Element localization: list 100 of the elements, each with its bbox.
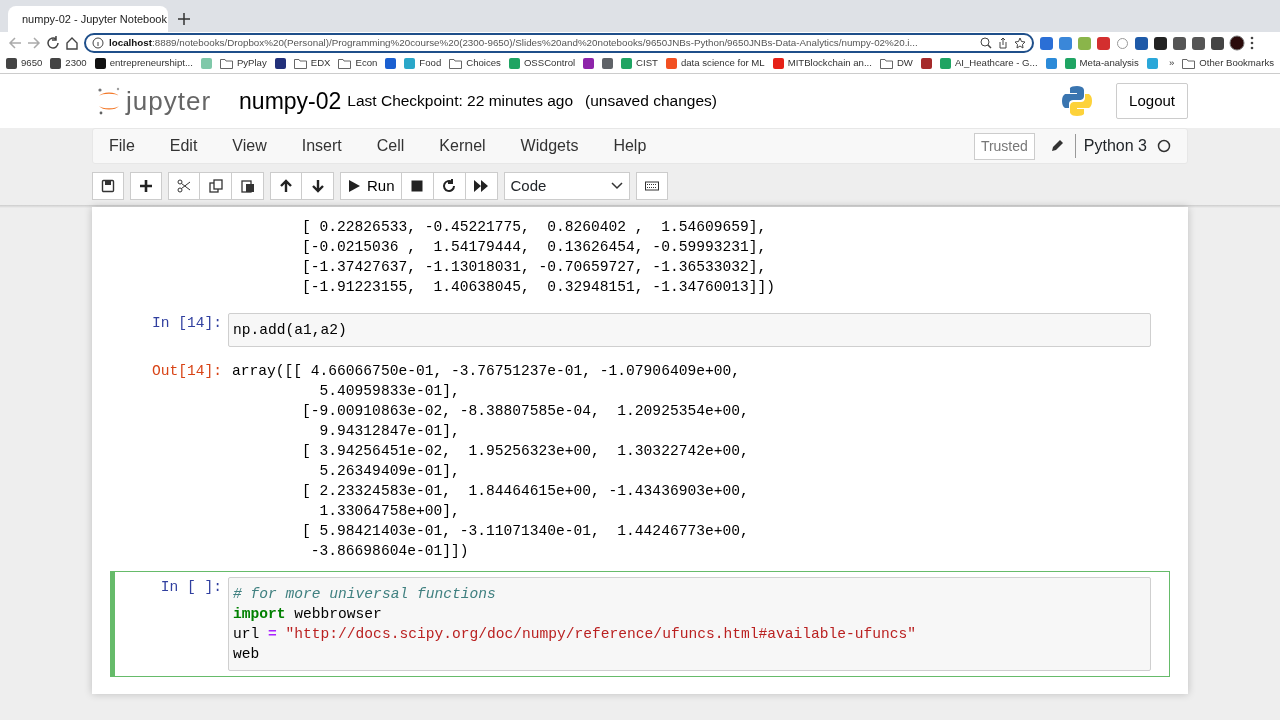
- bookmark-icon[interactable]: [583, 58, 595, 69]
- input-prompt: In [ ]:: [160, 579, 222, 595]
- output-line: [ 3.94256451e-02, 1.95256323e+00, 1.30322742e+00,: [301, 443, 749, 459]
- code-editor[interactable]: np.add(a1,a2): [228, 313, 1151, 347]
- bookmark-label[interactable]: Other Bookmarks: [1199, 56, 1274, 71]
- up-arrow-icon: [279, 179, 293, 193]
- folder-icon: [338, 58, 352, 69]
- output-line: [ 0.22826533, -0.45221775, 0.8260402 , 1.54609659],: [301, 219, 767, 235]
- menu-item[interactable]: Widgets: [520, 134, 579, 158]
- extension-icon[interactable]: [1191, 35, 1205, 51]
- bookmark-label[interactable]: entrepreneurshipt...: [109, 56, 193, 71]
- folder-icon: [1182, 58, 1196, 69]
- trusted-indicator[interactable]: Trusted: [973, 132, 1035, 160]
- bookmark-label[interactable]: 2300: [65, 56, 87, 71]
- bookmark-label[interactable]: Food: [419, 56, 442, 71]
- new-tab-icon[interactable]: [178, 13, 190, 25]
- add-cell-button[interactable]: [130, 172, 162, 200]
- save-button[interactable]: [92, 172, 124, 200]
- bookmark-label[interactable]: 9650: [21, 56, 43, 71]
- plus-icon: [139, 179, 153, 193]
- bookmark-label[interactable]: Choices: [466, 56, 501, 71]
- output-line: 9.94312847e-01],: [318, 423, 460, 439]
- output-line: [-1.91223155, 1.40638045, 0.32948151, -1.34760013]]): [301, 279, 775, 295]
- zoom-icon[interactable]: [980, 37, 992, 49]
- profile-icon[interactable]: [1229, 35, 1245, 51]
- extension-icon[interactable]: [1153, 35, 1167, 51]
- run-button[interactable]: Run: [340, 172, 402, 200]
- code-editor[interactable]: # for more universal functions import webbrowser url = "http://docs.scipy.org/doc/numpy/reference/ufuncs.html#available-ufuncs" web: [228, 577, 1151, 671]
- output-line: -3.86698604e-01]]): [309, 543, 469, 559]
- bookmark-label[interactable]: OSSControl: [523, 56, 576, 71]
- cut-button[interactable]: [168, 172, 200, 200]
- kernel-name[interactable]: Python 3: [1074, 134, 1147, 158]
- bookmark-label[interactable]: MITBlockchain an...: [787, 56, 872, 71]
- python-logo-icon: [1060, 84, 1095, 118]
- more-bookmarks-button[interactable]: »: [1169, 56, 1175, 71]
- menu-item[interactable]: Edit: [169, 134, 198, 158]
- bookmark-icon[interactable]: [920, 58, 932, 69]
- bookmark-label[interactable]: data science for ML: [680, 56, 765, 71]
- bookmark-label[interactable]: Meta-analysis: [1079, 56, 1139, 71]
- star-icon[interactable]: [1014, 37, 1026, 49]
- input-prompt: In [14]:: [151, 315, 222, 331]
- notebook-title[interactable]: numpy-02: [239, 83, 342, 119]
- output-prompt: Out[14]:: [151, 363, 222, 379]
- bookmark-label[interactable]: DW: [896, 56, 913, 71]
- menu-item[interactable]: Insert: [301, 134, 342, 158]
- bookmark-label[interactable]: CIST: [636, 56, 658, 71]
- folder-icon: [293, 58, 307, 69]
- code-line: url = "http://docs.scipy.org/doc/numpy/reference/ufuncs.html#available-ufuncs": [233, 625, 918, 644]
- logo-text[interactable]: jupyter: [126, 81, 212, 121]
- play-icon: [347, 179, 361, 193]
- fast-forward-icon: [474, 179, 489, 193]
- output-line: [-1.37427637, -1.13018031, -0.70659727, -1.36533032],: [301, 259, 767, 275]
- output-line: array([[ 4.66066750e-01, -3.76751237e-01, -1.07906409e+00,: [232, 363, 740, 379]
- stop-icon: [410, 179, 425, 193]
- logout-button[interactable]: Logout: [1116, 82, 1188, 120]
- move-up-button[interactable]: [270, 172, 302, 200]
- browser-tab[interactable]: numpy-02 - Jupyter Notebook: [8, 6, 168, 32]
- folder-icon: [879, 58, 893, 69]
- paste-button[interactable]: [232, 172, 264, 200]
- checkpoint-text: Last Checkpoint: 22 minutes ago: [347, 91, 574, 112]
- menu-item[interactable]: File: [109, 134, 135, 158]
- output-line: [ 5.98421403e-01, -3.11071340e-01, 1.44246773e+00,: [301, 523, 749, 539]
- output-line: 1.33064758e+00],: [318, 503, 460, 519]
- keyboard-button[interactable]: [635, 172, 668, 200]
- menu-item[interactable]: Cell: [376, 134, 405, 158]
- bookmark-icon[interactable]: [385, 58, 397, 69]
- share-icon[interactable]: [997, 37, 1009, 49]
- code-line: web: [233, 645, 261, 664]
- jupyter-logo-icon: [96, 86, 122, 116]
- scissors-icon: [177, 179, 191, 193]
- extension-icon[interactable]: [1210, 35, 1224, 51]
- fast-forward-button[interactable]: [465, 172, 498, 200]
- code-line: import webbrowser: [233, 605, 383, 624]
- bookmark-icon[interactable]: [274, 58, 286, 69]
- reload-icon[interactable]: [46, 36, 60, 50]
- save-status: (unsaved changes): [585, 91, 717, 112]
- bookmark-label[interactable]: AI_Heathcare - G...: [954, 56, 1038, 71]
- menu-item[interactable]: Help: [613, 134, 647, 158]
- bookmark-label[interactable]: PyPlay: [236, 56, 267, 71]
- cell-type-select[interactable]: Code: [503, 172, 630, 200]
- info-icon: [92, 37, 104, 49]
- caret-icon: [610, 182, 623, 190]
- bookmark-label[interactable]: Econ: [355, 56, 378, 71]
- restart-button[interactable]: [433, 172, 466, 200]
- code-line: # for more universal functions: [233, 585, 497, 604]
- menu-item[interactable]: View: [232, 134, 267, 158]
- bookmark-icon[interactable]: [602, 58, 614, 69]
- home-icon[interactable]: [65, 36, 79, 50]
- bookmark-label[interactable]: EDX: [310, 56, 331, 71]
- more-icon[interactable]: [1250, 36, 1254, 50]
- output-line: 5.26349409e-01],: [318, 463, 460, 479]
- copy-icon: [208, 179, 223, 193]
- output-line: 5.40959833e-01],: [318, 383, 460, 399]
- stop-button[interactable]: [401, 172, 434, 200]
- menu-item[interactable]: Kernel: [439, 134, 486, 158]
- keyboard-icon: [644, 179, 659, 193]
- copy-button[interactable]: [200, 172, 232, 200]
- extension-icon[interactable]: [1134, 35, 1148, 51]
- move-down-button[interactable]: [302, 172, 334, 200]
- folder-icon: [219, 58, 233, 69]
